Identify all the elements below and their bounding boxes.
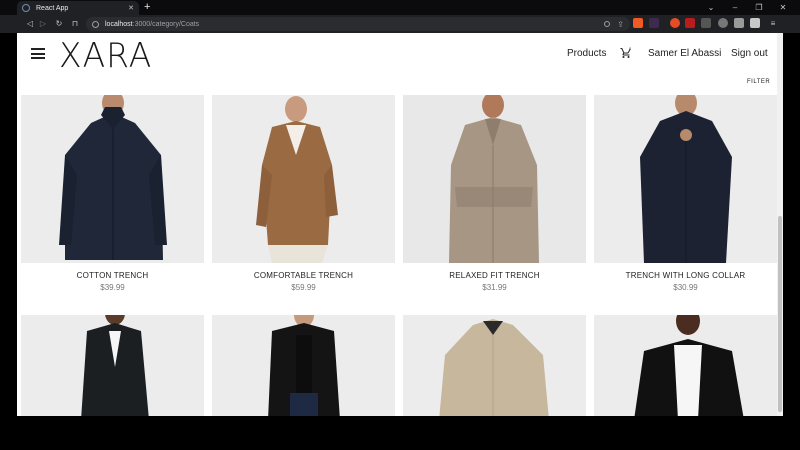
products-link[interactable]: Products — [567, 48, 606, 59]
extension-icon[interactable] — [670, 18, 680, 28]
back-icon[interactable]: ◁ — [24, 17, 36, 31]
address-bar[interactable]: localhost :3000/category/Coats ⇪ — [86, 17, 630, 31]
page-scrollbar[interactable] — [777, 33, 783, 416]
model-in-coat-image — [594, 95, 777, 263]
maximize-icon[interactable]: ❐ — [747, 3, 771, 12]
product-price: $59.99 — [291, 283, 316, 292]
puzzle-icon[interactable] — [734, 18, 744, 28]
filter-button[interactable]: FILTER — [747, 79, 770, 85]
extension-icon[interactable] — [701, 18, 711, 28]
menu-icon[interactable]: ≡ — [767, 17, 779, 31]
model-in-coat-image — [594, 315, 777, 416]
url-host: localhost — [105, 20, 133, 28]
product-image[interactable] — [403, 315, 586, 416]
product-price: $31.99 — [482, 283, 507, 292]
wallet-icon[interactable] — [750, 18, 760, 28]
product-name[interactable]: COMFORTABLE TRENCH — [212, 271, 395, 280]
product-card[interactable] — [212, 315, 395, 416]
close-tab-icon[interactable]: ✕ — [128, 4, 134, 12]
rewards-icon[interactable] — [649, 18, 659, 28]
product-price: $30.99 — [673, 283, 698, 292]
browser-tab-strip: React App ✕ + ⌄ – ❐ ✕ — [0, 0, 800, 15]
page-viewport: XARA Products 0 Samer El Abassi Sign out… — [17, 33, 783, 416]
product-card[interactable]: TRENCH WITH LONG COLLAR $30.99 — [594, 95, 777, 292]
close-window-icon[interactable]: ✕ — [771, 3, 795, 12]
product-name[interactable]: COTTON TRENCH — [21, 271, 204, 280]
app-header: XARA Products 0 Samer El Abassi Sign out — [17, 33, 777, 77]
minimize-icon[interactable]: – — [723, 3, 747, 12]
product-price: $39.99 — [100, 283, 125, 292]
product-card[interactable]: RELAXED FIT TRENCH $31.99 — [403, 95, 586, 292]
screen-bottom-area — [0, 416, 800, 450]
tab-title: React App — [36, 4, 69, 12]
forward-icon[interactable]: ▷ — [37, 17, 49, 31]
model-in-coat-image — [212, 315, 395, 416]
product-card[interactable] — [594, 315, 777, 416]
tab-search-icon[interactable]: ⌄ — [699, 3, 723, 12]
product-name[interactable]: TRENCH WITH LONG COLLAR — [594, 271, 777, 280]
settings-icon[interactable] — [718, 18, 728, 28]
product-name[interactable]: RELAXED FIT TRENCH — [403, 271, 586, 280]
coat-product-image — [403, 315, 586, 416]
product-card[interactable] — [21, 315, 204, 416]
sign-out-link[interactable]: Sign out — [731, 48, 768, 59]
user-name-link[interactable]: Samer El Abassi — [648, 48, 721, 59]
product-image[interactable] — [21, 315, 204, 416]
product-card[interactable]: COMFORTABLE TRENCH $59.99 — [212, 95, 395, 292]
hamburger-menu-icon[interactable] — [31, 48, 45, 59]
model-in-coat-image — [21, 95, 204, 263]
product-image[interactable] — [212, 95, 395, 263]
model-in-coat-image — [21, 315, 204, 416]
brand-logo[interactable]: XARA — [59, 36, 152, 76]
product-card[interactable]: COTTON TRENCH $39.99 — [21, 95, 204, 292]
extension-icon[interactable] — [685, 18, 695, 28]
new-tab-icon[interactable]: + — [144, 0, 150, 14]
site-info-icon[interactable] — [92, 20, 99, 28]
url-path: :3000/category/Coats — [132, 20, 200, 28]
reload-icon[interactable]: ↻ — [53, 17, 65, 31]
product-image[interactable] — [403, 95, 586, 263]
product-card[interactable] — [403, 315, 586, 416]
cart-count-badge: 0 — [629, 46, 632, 51]
browser-toolbar: ◁ ▷ ↻ ⊓ localhost :3000/category/Coats ⇪… — [0, 15, 800, 33]
product-image[interactable] — [21, 95, 204, 263]
scrollbar-thumb[interactable] — [778, 216, 782, 412]
zoom-icon[interactable] — [604, 21, 611, 27]
model-in-coat-image — [212, 95, 395, 263]
react-favicon-icon — [22, 4, 30, 12]
brave-shield-icon[interactable] — [633, 18, 643, 28]
share-icon[interactable]: ⇪ — [617, 20, 624, 29]
product-image[interactable] — [594, 315, 777, 416]
bookmark-icon[interactable]: ⊓ — [69, 17, 81, 31]
model-in-coat-image — [403, 95, 586, 263]
window-controls: ⌄ – ❐ ✕ — [699, 0, 795, 15]
product-image[interactable] — [212, 315, 395, 416]
browser-tab[interactable]: React App ✕ — [17, 1, 139, 15]
product-image[interactable] — [594, 95, 777, 263]
